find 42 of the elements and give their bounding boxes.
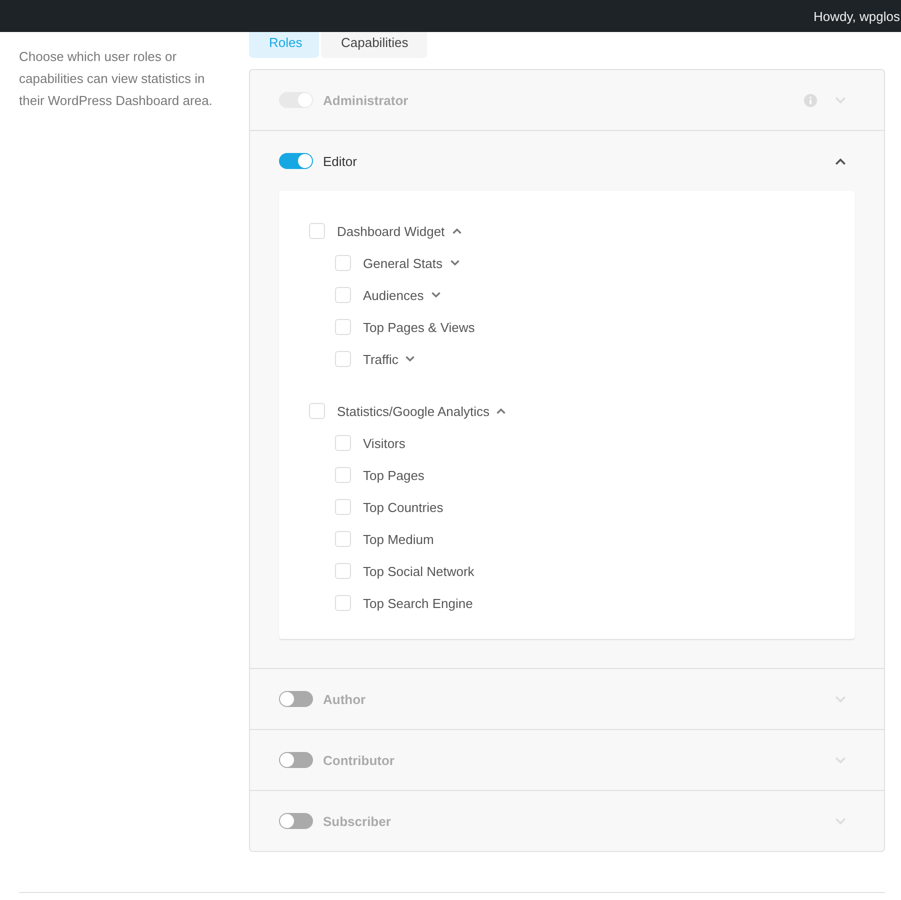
checkbox-label: Top Social Network xyxy=(363,564,474,578)
checkbox-label: Visitors xyxy=(363,436,406,450)
checkbox-label: Top Medium xyxy=(363,532,434,546)
description-text: Choose which user roles or capabilities can view statistics in their WordPress Dashboard area. xyxy=(19,48,214,110)
role-name: Author xyxy=(323,692,366,706)
checkbox-label: General Stats xyxy=(363,256,442,270)
checkbox[interactable] xyxy=(335,255,351,271)
role-name: Editor xyxy=(323,154,357,168)
checkbox-label: Statistics/Google Analytics xyxy=(337,404,490,418)
checkbox-label: Dashboard Widget xyxy=(337,224,445,238)
checkbox[interactable] xyxy=(335,287,351,303)
greeting-link[interactable]: Howdy, wpglos xyxy=(814,8,900,24)
checkbox[interactable] xyxy=(335,531,351,547)
checkbox-label: Traffic xyxy=(363,352,398,366)
checkbox[interactable] xyxy=(309,223,325,239)
checkbox-label: Top Pages xyxy=(363,468,424,482)
checkbox[interactable] xyxy=(335,319,351,335)
toggle-switch[interactable] xyxy=(279,813,313,829)
checkbox-label: Audiences xyxy=(363,288,424,302)
role-name: Contributor xyxy=(323,752,394,768)
role-name: Subscriber xyxy=(323,814,391,828)
tab[interactable]: Capabilities xyxy=(321,32,427,58)
role-name: Administrator xyxy=(323,92,408,108)
checkbox[interactable] xyxy=(335,595,351,611)
checkbox[interactable] xyxy=(335,435,351,451)
checkbox[interactable] xyxy=(309,403,325,419)
checkbox-label: Top Search Engine xyxy=(363,596,473,610)
chevron-down-icon[interactable] xyxy=(430,292,441,298)
toggle-switch[interactable] xyxy=(279,691,313,707)
chevron-up-icon[interactable] xyxy=(835,158,846,164)
toggle-switch[interactable] xyxy=(279,752,313,768)
toggle-switch[interactable] xyxy=(279,153,313,169)
chevron-up-icon[interactable] xyxy=(452,228,462,234)
checkbox-label: Top Pages & Views xyxy=(363,320,475,334)
checkbox[interactable] xyxy=(335,499,351,515)
checkbox[interactable] xyxy=(335,563,351,579)
chevron-down-icon[interactable] xyxy=(450,260,460,266)
chevron-up-icon[interactable] xyxy=(496,408,506,414)
checkbox-label: Top Countries xyxy=(363,500,444,514)
checkbox[interactable] xyxy=(335,467,351,483)
checkbox[interactable] xyxy=(335,351,351,367)
chevron-down-icon[interactable] xyxy=(405,356,416,362)
